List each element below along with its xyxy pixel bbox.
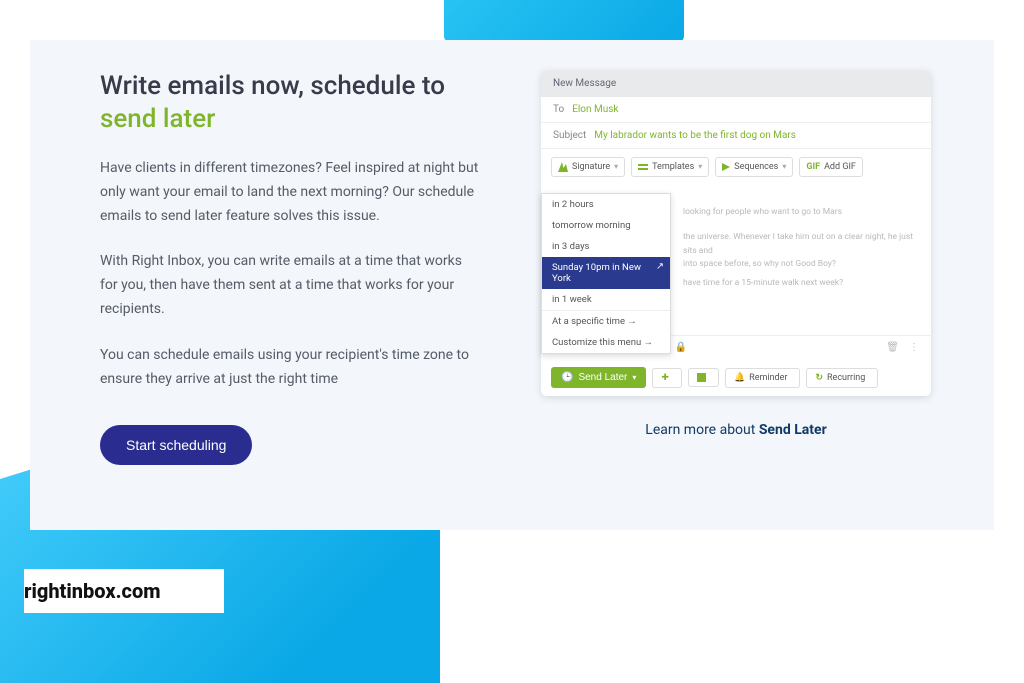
sequences-label: Sequences [734,162,778,172]
bottom-bar: 🕒 Send Later ✚ 🔔 Reminder [541,359,931,396]
to-row: To Elon Musk [541,97,931,123]
compose-toolbar: Signature Templates Sequences GIF Add GI… [541,149,931,185]
compose-window: New Message To Elon Musk Subject My labr… [541,70,931,396]
dropdown-option-1week[interactable]: in 1 week [542,289,670,310]
reminder-button[interactable]: 🔔 Reminder [725,368,801,388]
clock-icon: 🕒 [561,372,573,383]
site-url: rightinbox.com [24,579,160,603]
to-value[interactable]: Elon Musk [572,104,618,115]
headline-line1: Write emails now, schedule to [100,71,445,101]
lock-icon[interactable]: 🔒 [675,342,687,353]
compose-body[interactable]: Hey Elon, looking for people who want to… [541,185,931,335]
templates-label: Templates [652,162,694,172]
add-gif-button[interactable]: GIF Add GIF [799,157,863,177]
right-column: New Message To Elon Musk Subject My labr… [520,70,952,500]
paragraph-2: With Right Inbox, you can write emails a… [100,250,480,321]
puzzle-icon: ✚ [661,373,669,383]
headline: Write emails now, schedule to send later [100,70,480,135]
bell-icon: 🔔 [734,373,745,383]
subject-label: Subject [553,130,586,141]
recurring-icon: ↻ [815,373,823,383]
body-line-5: have time for a 15-minute walk next week… [683,277,919,290]
dropdown-option-3days[interactable]: in 3 days [542,236,670,257]
add-gif-label: Add GIF [824,162,856,172]
dropdown-option-specific[interactable]: At a specific time → [542,310,670,332]
subject-row: Subject My labrador wants to be the firs… [541,123,931,149]
dropdown-option-customize[interactable]: Customize this menu → [542,332,670,353]
flag-icon [697,373,706,382]
paragraph-3: You can schedule emails using your recip… [100,344,480,392]
sequences-icon [722,163,730,171]
chevron-down-icon [698,162,702,172]
send-later-button[interactable]: 🕒 Send Later [551,367,646,388]
recurring-button[interactable]: ↻ Recurring [806,368,878,388]
learn-more-link[interactable]: Learn more about Send Later [645,422,826,438]
dropdown-option-tomorrow[interactable]: tomorrow morning [542,215,670,236]
send-later-label: Send Later [578,372,627,383]
chevron-down-icon [614,162,618,172]
site-caption: rightinbox.com [24,569,224,613]
chevron-down-icon [782,162,786,172]
start-scheduling-button[interactable]: Start scheduling [100,425,252,465]
recurring-label: Recurring [827,373,865,383]
gif-icon: GIF [806,162,820,172]
dropdown-option-selected[interactable]: Sunday 10pm in New York [542,257,670,289]
tag-button[interactable] [688,368,719,387]
body-line-2: looking for people who want to go to Mar… [683,206,919,219]
templates-button[interactable]: Templates [631,157,709,177]
reminder-label: Reminder [749,373,787,383]
chevron-down-icon [632,372,636,383]
body-line-3: the universe. Whenever I take him out on… [683,231,919,257]
decorative-bg-top [444,0,684,42]
schedule-dropdown: in 2 hours tomorrow morning in 3 days Su… [541,193,671,354]
extensions-button[interactable]: ✚ [652,368,682,388]
to-label: To [553,104,564,115]
paragraph-1: Have clients in different timezones? Fee… [100,157,480,228]
left-column: Write emails now, schedule to send later… [100,70,480,500]
body-line-4: into space before, so why not Good Boy? [683,258,919,271]
subject-value[interactable]: My labrador wants to be the first dog on… [594,130,796,141]
signature-label: Signature [572,162,610,172]
more-icon[interactable]: ⋮ [909,342,919,353]
compose-title: New Message [541,70,931,97]
signature-button[interactable]: Signature [551,157,625,177]
headline-accent: send later [100,104,215,134]
trash-icon[interactable]: 🗑 [886,342,899,353]
dropdown-option-2hours[interactable]: in 2 hours [542,194,670,215]
sequences-button[interactable]: Sequences [715,157,793,177]
feature-panel: Write emails now, schedule to send later… [30,40,994,530]
learn-more-bold: Send Later [759,422,827,438]
learn-more-prefix: Learn more about [645,422,759,438]
templates-icon [638,164,648,170]
signature-icon [558,162,568,172]
